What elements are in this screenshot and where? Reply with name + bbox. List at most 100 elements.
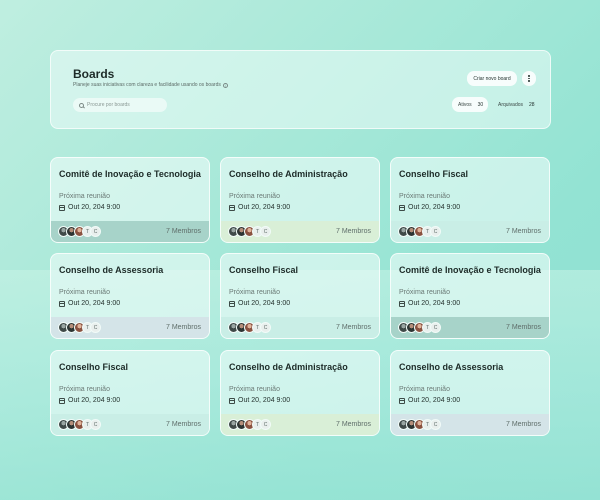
tab-label: Ativos xyxy=(458,101,472,108)
next-meeting-date: Out 20, 204 9:00 xyxy=(59,397,120,404)
next-meeting-date: Out 20, 204 9:00 xyxy=(59,204,120,211)
page-subtitle-text: Planeje suas iniciativas com clareza e f… xyxy=(73,82,221,88)
board-card-footer: T C 7 Membros xyxy=(51,414,209,435)
avatar-initial: C xyxy=(430,322,441,333)
meeting-date-text: Out 20, 204 9:00 xyxy=(408,204,461,211)
more-vertical-icon xyxy=(528,75,530,77)
create-board-button[interactable]: Criar novo board xyxy=(467,71,517,86)
meeting-date-text: Out 20, 204 9:00 xyxy=(238,204,291,211)
boards-header-panel: Boards Planeje suas iniciativas com clar… xyxy=(50,50,551,129)
board-card[interactable]: Conselho de Assessoria Próxima reunião O… xyxy=(50,253,210,339)
tab-label: Arquivados xyxy=(498,101,524,108)
calendar-icon xyxy=(59,204,65,211)
next-meeting-date: Out 20, 204 9:00 xyxy=(229,204,290,211)
board-card-footer: T C 7 Membros xyxy=(221,221,379,242)
board-card-title: Conselho de Assessoria xyxy=(59,265,164,275)
page-subtitle: Planeje suas iniciativas com clareza e f… xyxy=(73,82,228,88)
board-card-title: Comitê de Inovação e Tecnologia xyxy=(399,265,541,275)
calendar-icon xyxy=(229,397,235,404)
board-card[interactable]: Comitê de Inovação e Tecnologia Próxima … xyxy=(390,253,550,339)
members-count: 7 Membros xyxy=(505,228,541,235)
avatar-initial: C xyxy=(90,419,101,430)
avatar-initial: C xyxy=(90,322,101,333)
board-card[interactable]: Conselho de Administração Próxima reuniã… xyxy=(220,157,380,243)
search-placeholder: Procure por boards xyxy=(87,102,130,108)
board-card-footer: T C 7 Membros xyxy=(391,221,549,242)
board-card-footer: T C 7 Membros xyxy=(51,317,209,338)
member-avatars: T C xyxy=(228,322,271,333)
meeting-date-text: Out 20, 204 9:00 xyxy=(408,300,461,307)
member-avatars: T C xyxy=(398,419,441,430)
members-count: 7 Membros xyxy=(335,324,371,331)
members-count: 7 Membros xyxy=(165,324,201,331)
calendar-icon xyxy=(399,397,405,404)
avatar-initial: C xyxy=(260,419,271,430)
next-meeting-date: Out 20, 204 9:00 xyxy=(59,300,120,307)
members-count: 7 Membros xyxy=(165,228,201,235)
calendar-icon xyxy=(59,300,65,307)
next-meeting-label: Próxima reunião xyxy=(229,386,280,393)
board-card-footer: T C 7 Membros xyxy=(391,317,549,338)
more-options-button[interactable] xyxy=(522,71,536,86)
board-card-title: Conselho de Administração xyxy=(229,169,348,179)
calendar-icon xyxy=(229,204,235,211)
next-meeting-date: Out 20, 204 9:00 xyxy=(229,397,290,404)
board-card[interactable]: Comitê de Inovação e Tecnologia Próxima … xyxy=(50,157,210,243)
avatar-initial: C xyxy=(260,226,271,237)
next-meeting-label: Próxima reunião xyxy=(59,289,110,296)
next-meeting-date: Out 20, 204 9:00 xyxy=(229,300,290,307)
member-avatars: T C xyxy=(398,226,441,237)
tab-arquivados[interactable]: Arquivados 28 xyxy=(492,97,535,112)
avatar-initial: C xyxy=(430,226,441,237)
next-meeting-date: Out 20, 204 9:00 xyxy=(399,300,460,307)
more-dot xyxy=(528,77,530,80)
board-card-title: Conselho de Assessoria xyxy=(399,362,504,372)
calendar-icon xyxy=(399,300,405,307)
next-meeting-label: Próxima reunião xyxy=(399,289,450,296)
calendar-icon xyxy=(59,397,65,404)
more-dot xyxy=(528,80,530,82)
info-icon[interactable]: i xyxy=(222,82,228,88)
board-card[interactable]: Conselho de Administração Próxima reuniã… xyxy=(220,350,380,436)
avatar-initial: C xyxy=(260,322,271,333)
board-card-footer: T C 7 Membros xyxy=(221,414,379,435)
next-meeting-label: Próxima reunião xyxy=(229,289,280,296)
board-card-title: Conselho Fiscal xyxy=(229,265,299,275)
board-card-footer: T C 7 Membros xyxy=(221,317,379,338)
next-meeting-label: Próxima reunião xyxy=(399,193,450,200)
members-count: 7 Membros xyxy=(165,421,201,428)
board-tabs: Ativos 30 Arquivados 28 xyxy=(452,97,535,112)
members-count: 7 Membros xyxy=(335,228,371,235)
avatar-initial: C xyxy=(90,226,101,237)
page-title: Boards xyxy=(73,67,115,81)
calendar-icon xyxy=(399,204,405,211)
next-meeting-date: Out 20, 204 9:00 xyxy=(399,204,460,211)
meeting-date-text: Out 20, 204 9:00 xyxy=(238,397,291,404)
board-card-title: Conselho de Administração xyxy=(229,362,348,372)
next-meeting-label: Próxima reunião xyxy=(59,193,110,200)
member-avatars: T C xyxy=(228,226,271,237)
avatar-initial: C xyxy=(430,419,441,430)
next-meeting-label: Próxima reunião xyxy=(229,193,280,200)
meeting-date-text: Out 20, 204 9:00 xyxy=(68,204,121,211)
meeting-date-text: Out 20, 204 9:00 xyxy=(408,397,461,404)
board-card[interactable]: Conselho Fiscal Próxima reunião Out 20, … xyxy=(50,350,210,436)
member-avatars: T C xyxy=(398,322,441,333)
calendar-icon xyxy=(229,300,235,307)
next-meeting-date: Out 20, 204 9:00 xyxy=(399,397,460,404)
members-count: 7 Membros xyxy=(505,421,541,428)
board-card[interactable]: Conselho Fiscal Próxima reunião Out 20, … xyxy=(220,253,380,339)
tab-count: 30 xyxy=(477,101,484,108)
board-card-title: Comitê de Inovação e Tecnologia xyxy=(59,169,201,179)
members-count: 7 Membros xyxy=(505,324,541,331)
board-card-footer: T C 7 Membros xyxy=(51,221,209,242)
board-card-title: Conselho Fiscal xyxy=(59,362,129,372)
board-card[interactable]: Conselho de Assessoria Próxima reunião O… xyxy=(390,350,550,436)
search-input[interactable]: Procure por boards xyxy=(73,98,167,112)
board-card[interactable]: Conselho Fiscal Próxima reunião Out 20, … xyxy=(390,157,550,243)
tab-ativos[interactable]: Ativos 30 xyxy=(452,97,488,112)
meeting-date-text: Out 20, 204 9:00 xyxy=(68,300,121,307)
meeting-date-text: Out 20, 204 9:00 xyxy=(68,397,121,404)
next-meeting-label: Próxima reunião xyxy=(399,386,450,393)
search-icon xyxy=(79,102,84,108)
